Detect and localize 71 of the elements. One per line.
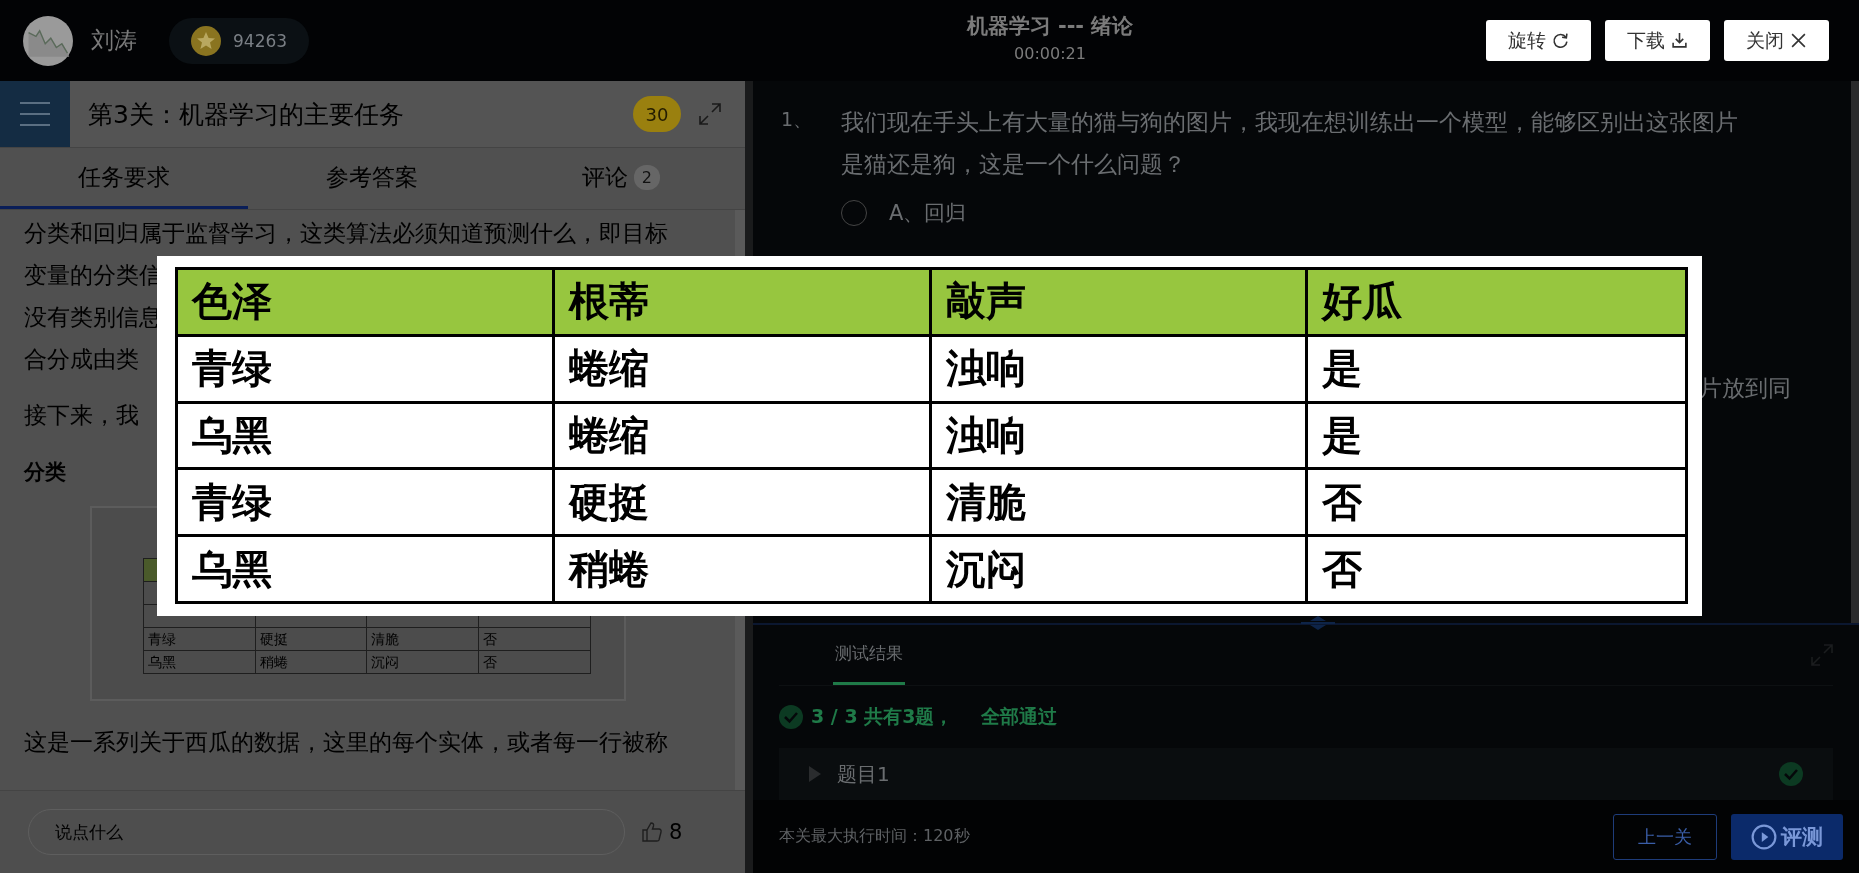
- scrollbar[interactable]: [1851, 81, 1859, 624]
- result-status: 全部通过: [981, 704, 1058, 729]
- table-cell: 青绿: [178, 336, 555, 401]
- paragraph-line: 这是一系列关于西瓜的数据，这里的每个实体，或者每一行被称: [24, 728, 668, 757]
- question-text: 我们现在手头上有大量的猫与狗的图片，我现在想训练出一个模型，能够区别出这张图片是猫还是狗，这是一个什么问题？: [841, 108, 1739, 179]
- column-header: 根蒂: [554, 270, 932, 334]
- table-cell: 硬挺: [554, 470, 932, 535]
- thumbs-up-icon[interactable]: [641, 821, 663, 843]
- close-icon: [1790, 32, 1807, 49]
- caret-icon: [809, 766, 821, 782]
- table-cell: 乌黑: [144, 651, 256, 673]
- rotate-button[interactable]: 旋转: [1486, 20, 1591, 61]
- option-label: A、回归: [889, 200, 967, 227]
- download-button[interactable]: 下载: [1605, 20, 1710, 61]
- download-icon: [1671, 32, 1688, 49]
- expand-icon[interactable]: [699, 103, 721, 125]
- table-cell-text: 否: [1321, 477, 1364, 527]
- table-cell-text: 否: [481, 653, 498, 672]
- table-cell: 清脆: [367, 628, 479, 650]
- table-cell: 乌黑: [178, 403, 555, 468]
- result-summary: 3 / 3 共有3题，: [811, 704, 954, 729]
- play-icon: [1751, 823, 1777, 850]
- table-cell: 硬挺: [255, 628, 367, 650]
- user-name: 刘涛: [91, 26, 137, 55]
- coin-badge: 94263: [169, 17, 310, 64]
- like-count: 8: [669, 820, 683, 844]
- tab[interactable]: 评论 2: [496, 148, 745, 209]
- table-cell: 浊响: [931, 336, 1309, 401]
- time-limit-text: 本关最大执行时间：120秒: [779, 826, 970, 847]
- rotate-icon: [1552, 32, 1569, 49]
- table-cell: 青绿: [178, 470, 555, 535]
- paragraph-line: 合分成由类: [24, 345, 139, 374]
- table-cell-text: 是: [1321, 411, 1364, 460]
- table-cell: 青绿: [144, 628, 256, 650]
- column-header: 色泽: [178, 270, 555, 334]
- tab[interactable]: 任务要求: [0, 148, 249, 209]
- table-cell: 蜷缩: [554, 336, 932, 401]
- table-cell-text: 是: [1321, 344, 1364, 394]
- evaluate-button[interactable]: 评测: [1731, 813, 1843, 860]
- table-cell-text: 否: [481, 630, 498, 649]
- splitter-handle-icon[interactable]: [1301, 615, 1335, 632]
- menu-icon: [20, 101, 50, 127]
- comment-field[interactable]: 说点什么: [28, 809, 625, 855]
- close-button[interactable]: 关闭: [1724, 20, 1829, 61]
- score-badge: 30: [633, 96, 681, 132]
- check-circle-icon: [779, 705, 803, 729]
- table-cell: 稍蜷: [255, 651, 367, 673]
- tab[interactable]: 参考答案: [248, 148, 497, 209]
- table-cell: 稍蜷: [554, 537, 932, 601]
- table-cell-text: 否: [1321, 544, 1364, 594]
- question-number: 1、: [781, 107, 814, 132]
- table-cell: 沉闷: [931, 537, 1309, 601]
- task-title: 第3关：机器学习的主要任务: [88, 98, 404, 131]
- test-case-row[interactable]: 题目1: [779, 748, 1833, 800]
- question-text: 片放到同: [1699, 374, 1791, 403]
- previous-button[interactable]: 上一关: [1613, 813, 1717, 860]
- table-cell: 浊响: [931, 403, 1309, 468]
- timer: 00:00:21: [1013, 44, 1087, 63]
- section-heading: 分类: [24, 459, 66, 486]
- table-cell: 乌黑: [178, 537, 555, 601]
- table-cell: 沉闷: [367, 651, 479, 673]
- tab[interactable]: 测试结果: [833, 625, 905, 685]
- column-header: 敲声: [931, 270, 1309, 334]
- column-header: 好瓜: [1320, 277, 1404, 327]
- course-title: 机器学习 --- 绪论: [965, 13, 1135, 40]
- menu-button[interactable]: [0, 81, 70, 147]
- table-cell: 蜷缩: [554, 403, 932, 468]
- paragraph-line: 接下来，我: [24, 401, 139, 430]
- paragraph-line: 分类和回归属于监督学习，这类算法必须知道预测什么，即目标: [24, 219, 668, 248]
- table-cell: 清脆: [931, 470, 1309, 535]
- star-coin-icon: [191, 25, 221, 56]
